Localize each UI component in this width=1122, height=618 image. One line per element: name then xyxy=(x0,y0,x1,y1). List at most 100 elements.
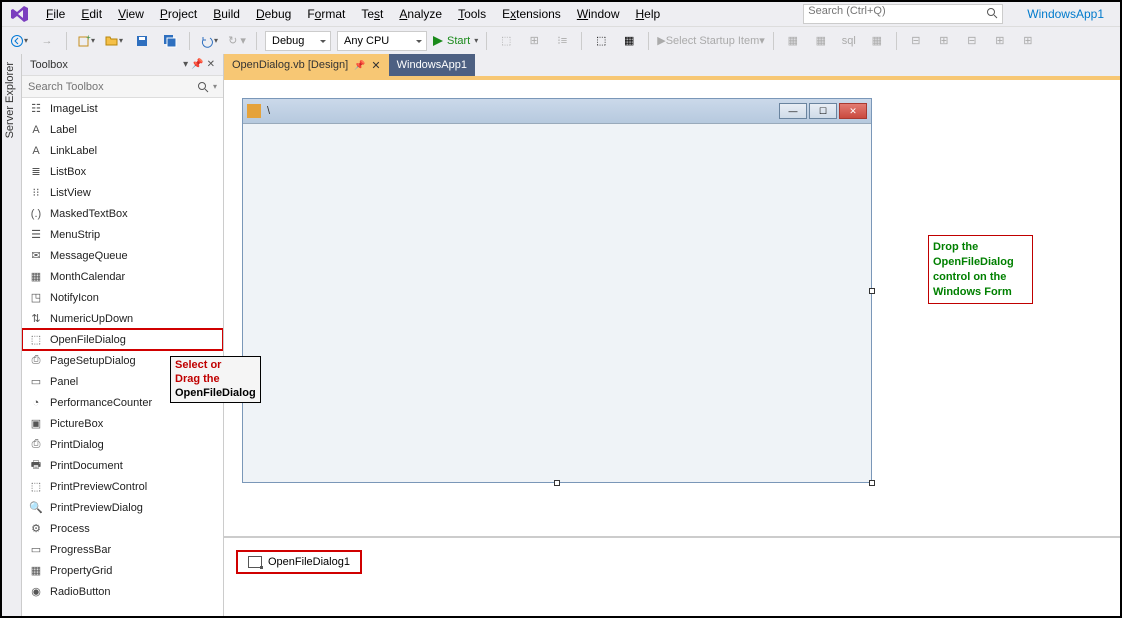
menu-window[interactable]: Window xyxy=(569,5,628,23)
monthcalendar-icon: ▦ xyxy=(28,269,44,285)
toolbox-item-monthcalendar[interactable]: ▦MonthCalendar xyxy=(22,266,223,287)
toolbox-item-imagelist[interactable]: ☷ImageList xyxy=(22,98,223,119)
align-btn-4[interactable]: ▦ xyxy=(866,30,888,52)
menu-help[interactable]: Help xyxy=(628,5,669,23)
toolbox-item-messagequeue[interactable]: ✉MessageQueue xyxy=(22,245,223,266)
menu-extensions[interactable]: Extensions xyxy=(494,5,569,23)
solution-config-dropdown[interactable]: Debug xyxy=(265,31,331,51)
close-icon[interactable]: ✕ xyxy=(207,59,215,70)
pin-icon[interactable]: 📌 xyxy=(354,60,365,71)
align-btn-2[interactable]: ▦ xyxy=(810,30,832,52)
toolbox-item-printpreviewcontrol[interactable]: ⬚PrintPreviewControl xyxy=(22,476,223,497)
label-icon: A xyxy=(28,122,44,138)
toolbox-item-printpreviewdialog[interactable]: 🔍PrintPreviewDialog xyxy=(22,497,223,518)
toolbox-item-printdocument[interactable]: 🖶PrintDocument xyxy=(22,455,223,476)
quick-launch-input[interactable] xyxy=(808,5,988,17)
undo-button[interactable]: ▾ xyxy=(198,30,220,52)
toolbox-item-linklabel[interactable]: ALinkLabel xyxy=(22,140,223,161)
align-btn-1[interactable]: ▦ xyxy=(782,30,804,52)
navigate-back-button[interactable]: ▾ xyxy=(8,30,30,52)
toolbox-item-label[interactable]: ALabel xyxy=(22,119,223,140)
minimize-button[interactable]: — xyxy=(779,103,807,119)
form-titlebar: \ — ☐ ✕ xyxy=(243,99,871,123)
toolbox-item-radiobutton[interactable]: ◉RadioButton xyxy=(22,581,223,602)
menu-build[interactable]: Build xyxy=(205,5,248,23)
tab-windowsapp1[interactable]: WindowsApp1 xyxy=(389,54,475,76)
propertygrid-icon: ▦ xyxy=(28,563,44,579)
toolbox-item-progressbar[interactable]: ▭ProgressBar xyxy=(22,539,223,560)
form-designer-surface[interactable]: \ — ☐ ✕ xyxy=(224,80,1120,536)
start-debug-button[interactable]: Start ▾ xyxy=(433,30,478,52)
toolbar-btn-a[interactable]: ⬚ xyxy=(495,30,517,52)
radiobutton-icon: ◉ xyxy=(28,584,44,600)
close-button[interactable]: ✕ xyxy=(839,103,867,119)
tray-openfiledialog1[interactable]: OpenFileDialog1 xyxy=(236,550,362,574)
toolbox-item-openfiledialog[interactable]: ⬚OpenFileDialog xyxy=(22,329,223,350)
clear-icon[interactable]: ▾ xyxy=(213,82,217,91)
menu-format[interactable]: Format xyxy=(299,5,353,23)
notifyicon-icon: ◳ xyxy=(28,290,44,306)
align-btn-3[interactable]: sql xyxy=(838,30,860,52)
window-position-icon[interactable]: ▾ xyxy=(183,59,188,70)
toolbox-item-label: Process xyxy=(50,523,90,535)
maximize-button[interactable]: ☐ xyxy=(809,103,837,119)
component-tray[interactable]: OpenFileDialog1 xyxy=(224,536,1120,616)
new-project-button[interactable]: +▾ xyxy=(75,30,97,52)
layout-btn-5[interactable]: ⊞ xyxy=(1017,30,1039,52)
save-all-button[interactable] xyxy=(159,30,181,52)
toolbox-item-picturebox[interactable]: ▣PictureBox xyxy=(22,413,223,434)
toolbox-item-numericupdown[interactable]: ⇅NumericUpDown xyxy=(22,308,223,329)
toolbar-btn-e[interactable]: ▦ xyxy=(618,30,640,52)
open-file-button[interactable]: ▾ xyxy=(103,30,125,52)
toolbox-item-listbox[interactable]: ≣ListBox xyxy=(22,161,223,182)
menu-project[interactable]: Project xyxy=(152,5,205,23)
panel-icon: ▭ xyxy=(28,374,44,390)
toolbox-item-maskedtextbox[interactable]: (.)MaskedTextBox xyxy=(22,203,223,224)
layout-btn-2[interactable]: ⊞ xyxy=(933,30,955,52)
form-icon xyxy=(247,104,261,118)
toolbox-search-input[interactable] xyxy=(28,81,197,93)
layout-btn-3[interactable]: ⊟ xyxy=(961,30,983,52)
server-explorer-tab[interactable]: Server Explorer xyxy=(2,54,22,616)
toolbox-item-label: PageSetupDialog xyxy=(50,355,136,367)
menu-view[interactable]: View xyxy=(110,5,152,23)
pin-icon[interactable]: 📌 xyxy=(191,59,203,70)
startup-item-button[interactable]: ▶ Select Startup Item ▾ xyxy=(657,30,765,52)
menu-tools[interactable]: Tools xyxy=(450,5,494,23)
design-form[interactable]: \ — ☐ ✕ xyxy=(242,98,872,483)
save-button[interactable] xyxy=(131,30,153,52)
toolbox-item-listview[interactable]: ⁝⁝ListView xyxy=(22,182,223,203)
resize-handle-east[interactable] xyxy=(869,288,875,294)
toolbox-item-label: NotifyIcon xyxy=(50,292,99,304)
toolbar-btn-b[interactable]: ⊞ xyxy=(523,30,545,52)
menu-debug[interactable]: Debug xyxy=(248,5,299,23)
toolbox-search[interactable]: ▾ xyxy=(22,76,223,98)
menu-edit[interactable]: Edit xyxy=(73,5,110,23)
toolbox-item-label: NumericUpDown xyxy=(50,313,133,325)
close-icon[interactable]: ✕ xyxy=(371,59,380,72)
visual-studio-logo-icon xyxy=(10,4,30,24)
redo-button[interactable]: ↻ ▾ xyxy=(226,30,248,52)
menu-analyze[interactable]: Analyze xyxy=(391,5,450,23)
toolbox-item-notifyicon[interactable]: ◳ NotifyIcon xyxy=(22,287,223,308)
toolbox-item-menustrip[interactable]: ☰MenuStrip xyxy=(22,224,223,245)
toolbox-item-printdialog[interactable]: ⎙PrintDialog xyxy=(22,434,223,455)
quick-launch-search[interactable] xyxy=(803,4,1003,24)
solution-platform-dropdown[interactable]: Any CPU xyxy=(337,31,427,51)
toolbox-item-label: OpenFileDialog xyxy=(50,334,126,346)
layout-btn-4[interactable]: ⊞ xyxy=(989,30,1011,52)
resize-handle-southeast[interactable] xyxy=(869,480,875,486)
toolbar-btn-c[interactable]: ⁝≡ xyxy=(551,30,573,52)
menu-test[interactable]: Test xyxy=(353,5,391,23)
navigate-forward-button[interactable]: → xyxy=(36,30,58,52)
toolbox-item-propertygrid[interactable]: ▦PropertyGrid xyxy=(22,560,223,581)
resize-handle-south[interactable] xyxy=(554,480,560,486)
maskedtextbox-icon: (.) xyxy=(28,206,44,222)
toolbox-item-process[interactable]: ⚙Process xyxy=(22,518,223,539)
toolbar-btn-d[interactable]: ⬚ xyxy=(590,30,612,52)
menu-file[interactable]: File xyxy=(38,5,73,23)
form-client-area[interactable] xyxy=(243,123,871,482)
listbox-icon: ≣ xyxy=(28,164,44,180)
tab-opendialog-design[interactable]: OpenDialog.vb [Design] 📌 ✕ xyxy=(224,54,389,76)
layout-btn-1[interactable]: ⊟ xyxy=(905,30,927,52)
